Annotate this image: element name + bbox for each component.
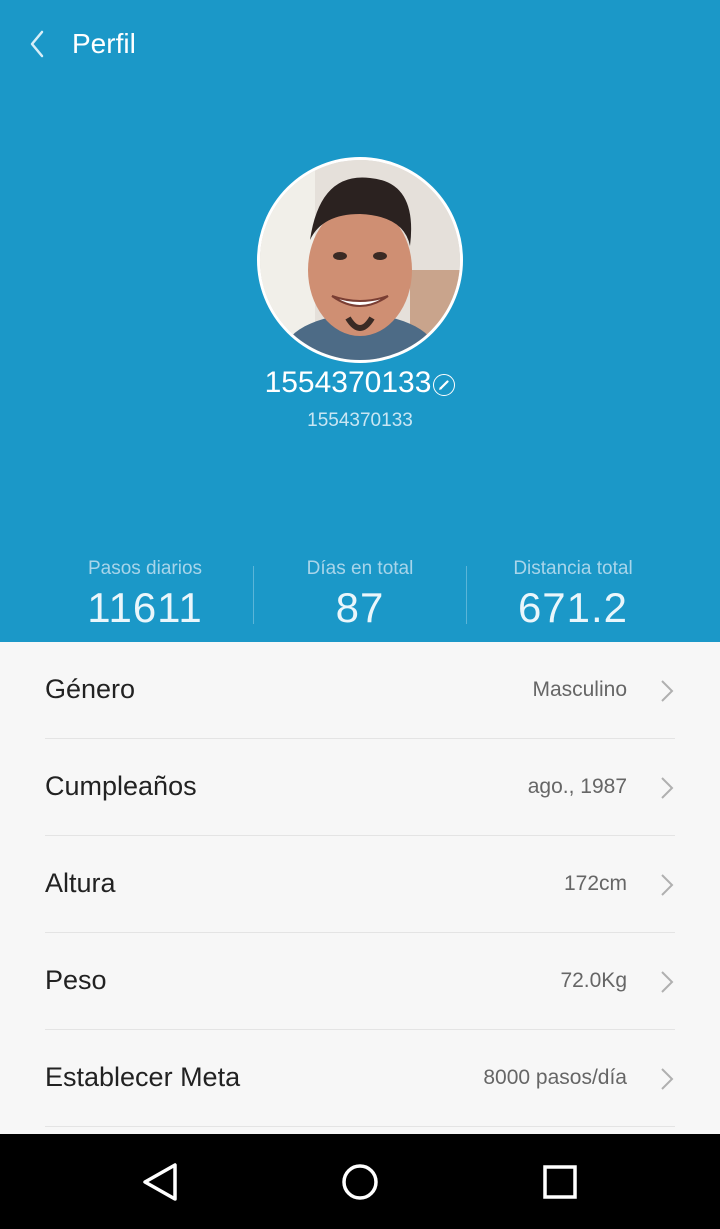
settings-row-label: Altura <box>45 868 116 898</box>
settings-row-label: Peso <box>45 965 107 995</box>
settings-row-gender[interactable]: Género Masculino <box>45 642 675 739</box>
settings-row-label: Establecer Meta <box>45 1062 241 1092</box>
stat-value: 11611 <box>87 584 203 631</box>
stat-total-distance: Distancia total 671.2 <box>468 558 678 632</box>
nav-recents-icon[interactable] <box>538 1160 582 1204</box>
settings-row-value: ago., 1987 <box>527 775 627 798</box>
settings-row-value: 172cm <box>563 872 627 895</box>
avatar[interactable] <box>257 157 463 363</box>
chevron-right-icon <box>661 1068 674 1090</box>
stat-value: 671.2 <box>517 584 629 631</box>
stat-label: Pasos diarios <box>87 558 203 579</box>
stat-divider <box>253 566 254 624</box>
stat-divider <box>466 566 467 624</box>
avatar-photo <box>260 160 460 360</box>
edit-pencil-icon[interactable] <box>433 373 456 396</box>
page-title: Perfil <box>72 28 136 59</box>
settings-row-value: 72.0Kg <box>560 969 627 992</box>
profile-header: Perfil 1554370133 1554370133 Pasos diari… <box>0 0 720 642</box>
nav-back-icon[interactable] <box>138 1160 182 1204</box>
settings-row-label: Género <box>45 674 136 704</box>
stat-value: 87 <box>335 584 385 631</box>
chevron-right-icon <box>661 874 674 896</box>
settings-row-birthday[interactable]: Cumpleaños ago., 1987 <box>45 739 675 836</box>
edit-pencil-glyph <box>438 380 449 390</box>
back-arrow-icon[interactable] <box>22 26 58 62</box>
profile-id: 1554370133 <box>307 410 413 431</box>
nav-home-icon[interactable] <box>338 1160 382 1204</box>
chevron-right-icon <box>661 971 674 993</box>
settings-row-height[interactable]: Altura 172cm <box>45 836 675 933</box>
stat-label: Distancia total <box>513 558 633 579</box>
profile-name: 1554370133 <box>264 366 432 399</box>
settings-row-value: Masculino <box>532 678 627 701</box>
app-bar: Perfil <box>0 0 720 90</box>
chevron-right-icon <box>661 777 674 799</box>
chevron-right-icon <box>661 680 674 702</box>
row-divider <box>45 1126 675 1127</box>
profile-name-row: 1554370133 <box>0 366 720 400</box>
stat-label: Días en total <box>306 558 414 579</box>
stat-daily-steps: Pasos diarios 11611 <box>40 558 250 632</box>
settings-row-weight[interactable]: Peso 72.0Kg <box>45 933 675 1030</box>
stat-total-days: Días en total 87 <box>255 558 465 632</box>
system-navigation-bar <box>0 1134 720 1229</box>
settings-row-label: Cumpleaños <box>45 771 197 801</box>
settings-row-value: 8000 pasos/día <box>483 1066 627 1089</box>
settings-row-goal[interactable]: Establecer Meta 8000 pasos/día <box>45 1030 675 1127</box>
